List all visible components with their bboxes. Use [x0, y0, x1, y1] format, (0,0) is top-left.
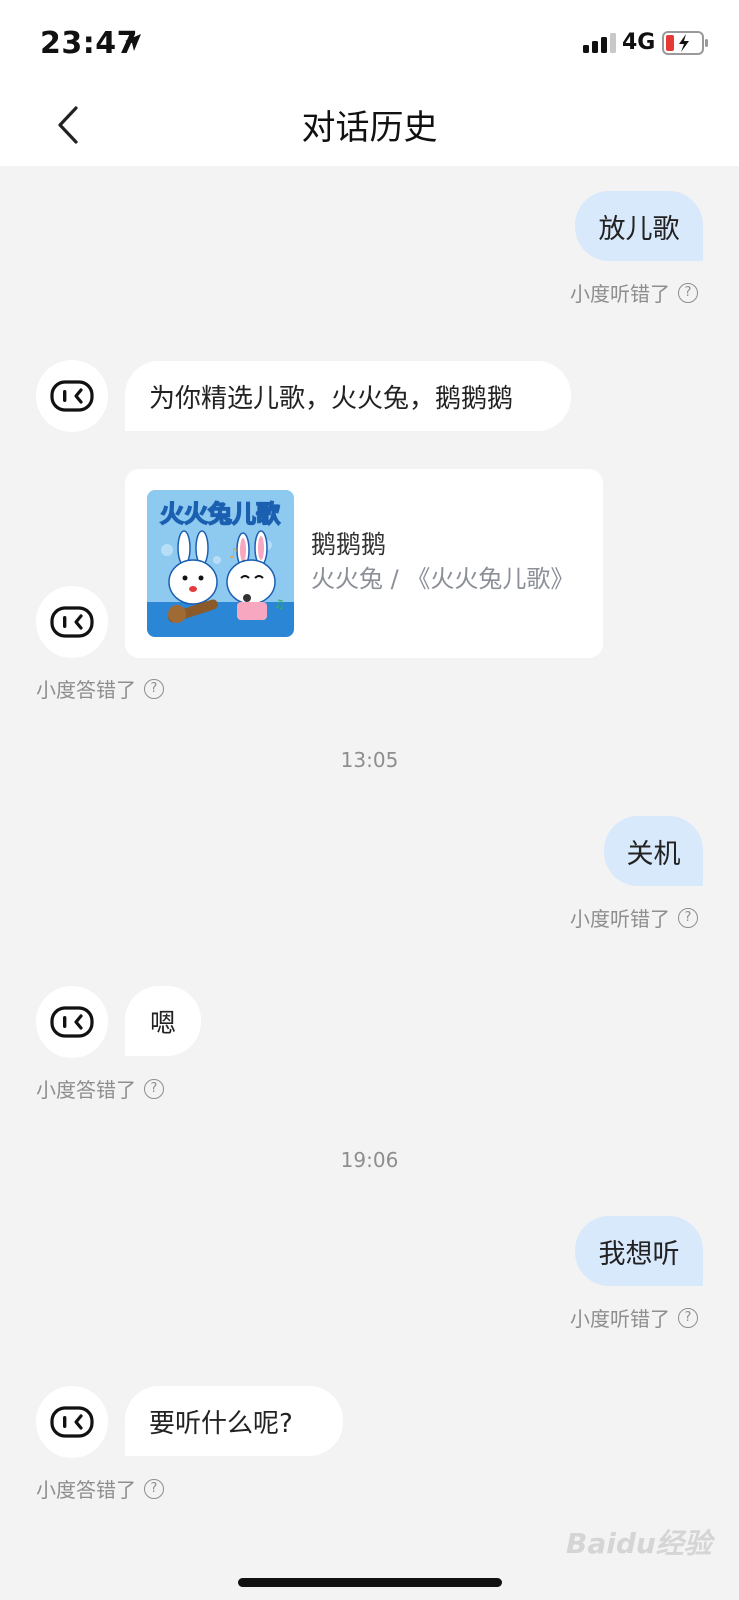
- message-text: 要听什么呢?: [149, 1408, 293, 1439]
- home-indicator[interactable]: [238, 1578, 502, 1587]
- bot-message-bubble: 要听什么呢?: [125, 1386, 343, 1456]
- message-text: 关机: [626, 838, 681, 870]
- cover-title: 火火兔儿歌: [160, 500, 281, 528]
- misheard-feedback-link[interactable]: 小度听错了 ?: [570, 1303, 698, 1332]
- message-text: 嗯: [149, 1008, 176, 1039]
- album-cover: 火火兔儿歌 ♪ ♫: [147, 490, 294, 637]
- help-icon[interactable]: ?: [678, 907, 698, 928]
- wrong-answer-feedback-link[interactable]: 小度答错了 ?: [36, 1474, 164, 1503]
- help-icon[interactable]: ?: [144, 678, 164, 699]
- message-text: 为你精选儿歌，火火兔，鹅鹅鹅: [149, 383, 514, 414]
- bot-avatar: [36, 586, 108, 658]
- battery-charging-icon: [662, 31, 708, 55]
- misheard-feedback-link[interactable]: 小度听错了 ?: [570, 278, 698, 307]
- xiaodu-face-icon: [50, 1406, 94, 1438]
- signal-icon: [583, 33, 616, 53]
- album-cover-art: 火火兔儿歌 ♪ ♫: [147, 490, 294, 637]
- help-icon[interactable]: ?: [678, 1307, 698, 1328]
- xiaodu-face-icon: [50, 1006, 94, 1038]
- bot-message-bubble: 嗯: [125, 986, 201, 1056]
- bot-avatar: [36, 360, 108, 432]
- xiaodu-face-icon: [50, 380, 94, 412]
- help-icon[interactable]: ?: [144, 1478, 164, 1499]
- svg-text:♫: ♫: [274, 597, 285, 611]
- misheard-feedback-link[interactable]: 小度听错了 ?: [570, 903, 698, 932]
- user-message-bubble: 关机: [604, 816, 703, 886]
- help-icon[interactable]: ?: [144, 1078, 164, 1099]
- user-message-bubble: 我想听: [575, 1216, 703, 1286]
- message-text: 我想听: [598, 1238, 680, 1270]
- bot-avatar: [36, 986, 108, 1058]
- help-icon[interactable]: ?: [678, 282, 698, 303]
- user-message-bubble: 放儿歌: [575, 191, 703, 261]
- baidu-watermark-logo: Baidu经验: [566, 1527, 712, 1560]
- feedback-label: 小度听错了: [570, 1307, 670, 1331]
- timestamp: 19:06: [340, 1148, 399, 1172]
- timestamp: 13:05: [340, 748, 399, 772]
- wrong-answer-feedback-link[interactable]: 小度答错了 ?: [36, 1074, 164, 1103]
- page-title: 对话历史: [301, 108, 438, 148]
- message-text: 放儿歌: [598, 213, 680, 245]
- bot-avatar: [36, 1386, 108, 1458]
- wrong-answer-feedback-link[interactable]: 小度答错了 ?: [36, 674, 164, 703]
- network-type: 4G: [622, 30, 656, 55]
- feedback-label: 小度听错了: [570, 282, 670, 306]
- feedback-label: 小度答错了: [36, 678, 136, 702]
- svg-text:♪: ♪: [229, 546, 238, 562]
- bot-message-bubble: 为你精选儿歌，火火兔，鹅鹅鹅: [125, 361, 571, 431]
- location-arrow-icon: [125, 34, 141, 51]
- feedback-label: 小度听错了: [570, 907, 670, 931]
- feedback-label: 小度答错了: [36, 1478, 136, 1502]
- song-card[interactable]: 火火兔儿歌 ♪ ♫ 鹅鹅鹅 火火兔 / 《火火兔儿歌》: [125, 469, 603, 658]
- nav-bar: 对话历史: [0, 88, 739, 166]
- song-artist-album: 火火兔 / 《火火兔儿歌》: [311, 565, 575, 593]
- status-bar: 23:47 4G: [0, 0, 739, 88]
- song-title: 鹅鹅鹅: [311, 530, 387, 559]
- feedback-label: 小度答错了: [36, 1078, 136, 1102]
- xiaodu-face-icon: [50, 606, 94, 638]
